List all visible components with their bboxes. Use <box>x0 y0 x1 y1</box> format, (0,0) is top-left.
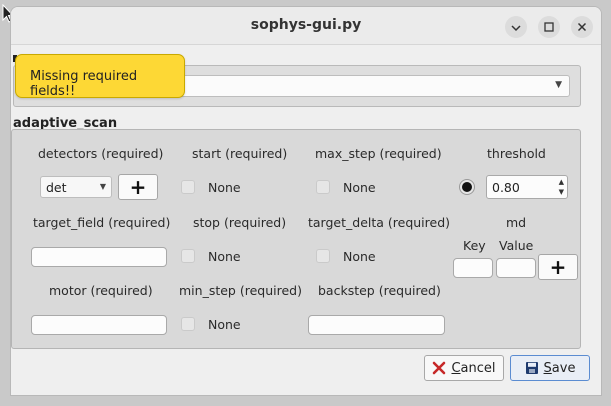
max-step-none-checkbox[interactable] <box>316 180 330 194</box>
min-step-label: min_step (required) <box>179 283 302 298</box>
detectors-label: detectors (required) <box>38 146 164 161</box>
max-step-none-label: None <box>343 180 376 195</box>
start-label: start (required) <box>192 146 288 161</box>
motor-input[interactable] <box>31 315 167 335</box>
backstep-label: backstep (required) <box>318 283 441 298</box>
min-step-none-label: None <box>208 317 241 332</box>
chevron-down-icon: ▼ <box>99 182 106 191</box>
stop-none-label: None <box>208 249 241 264</box>
maximize-icon <box>544 22 554 32</box>
stop-label: stop (required) <box>193 215 287 230</box>
target-field-input[interactable] <box>31 247 167 267</box>
start-none-checkbox[interactable] <box>181 180 195 194</box>
close-icon <box>577 22 587 32</box>
cancel-button[interactable]: Cancel <box>424 355 504 381</box>
cancel-icon <box>433 361 446 375</box>
save-icon <box>525 362 538 374</box>
md-key-input[interactable] <box>453 258 493 278</box>
close-button[interactable] <box>571 16 593 38</box>
target-delta-none-checkbox[interactable] <box>316 249 330 263</box>
threshold-spinbox[interactable]: 0.80 ▲ ▼ <box>486 175 568 199</box>
md-label: md <box>506 215 527 230</box>
start-none-label: None <box>208 180 241 195</box>
title-bar: sophys-gui.py <box>11 7 601 45</box>
threshold-label: threshold <box>487 146 546 161</box>
cancel-label: Cancel <box>451 360 496 376</box>
detectors-select[interactable]: det ▼ <box>40 176 112 198</box>
stop-none-checkbox[interactable] <box>181 249 195 263</box>
add-detector-button[interactable]: + <box>118 174 158 200</box>
target-delta-none-label: None <box>343 249 376 264</box>
md-value-input[interactable] <box>496 258 536 278</box>
backstep-input[interactable] <box>308 315 445 335</box>
motor-label: motor (required) <box>49 283 153 298</box>
spin-up-icon[interactable]: ▲ <box>559 178 564 186</box>
minimize-button[interactable] <box>505 16 527 38</box>
save-button[interactable]: Save <box>510 355 590 381</box>
detectors-selected-value: det <box>46 180 67 195</box>
target-field-label: target_field (required) <box>33 215 171 230</box>
target-delta-label: target_delta (required) <box>308 215 451 230</box>
save-label: Save <box>543 360 576 376</box>
spin-down-icon[interactable]: ▼ <box>559 188 564 196</box>
max-step-label: max_step (required) <box>315 146 442 161</box>
chevron-down-icon: ▼ <box>555 80 562 90</box>
min-step-none-checkbox[interactable] <box>181 317 195 331</box>
threshold-enable-radio[interactable] <box>460 180 474 194</box>
error-tooltip: Missing required fields!! <box>15 54 185 99</box>
threshold-value: 0.80 <box>492 180 520 195</box>
maximize-button[interactable] <box>538 16 560 38</box>
minimize-icon <box>511 25 521 32</box>
md-key-label: Key <box>463 238 486 253</box>
md-value-label: Value <box>499 238 534 253</box>
add-metadata-button[interactable]: + <box>538 254 578 280</box>
